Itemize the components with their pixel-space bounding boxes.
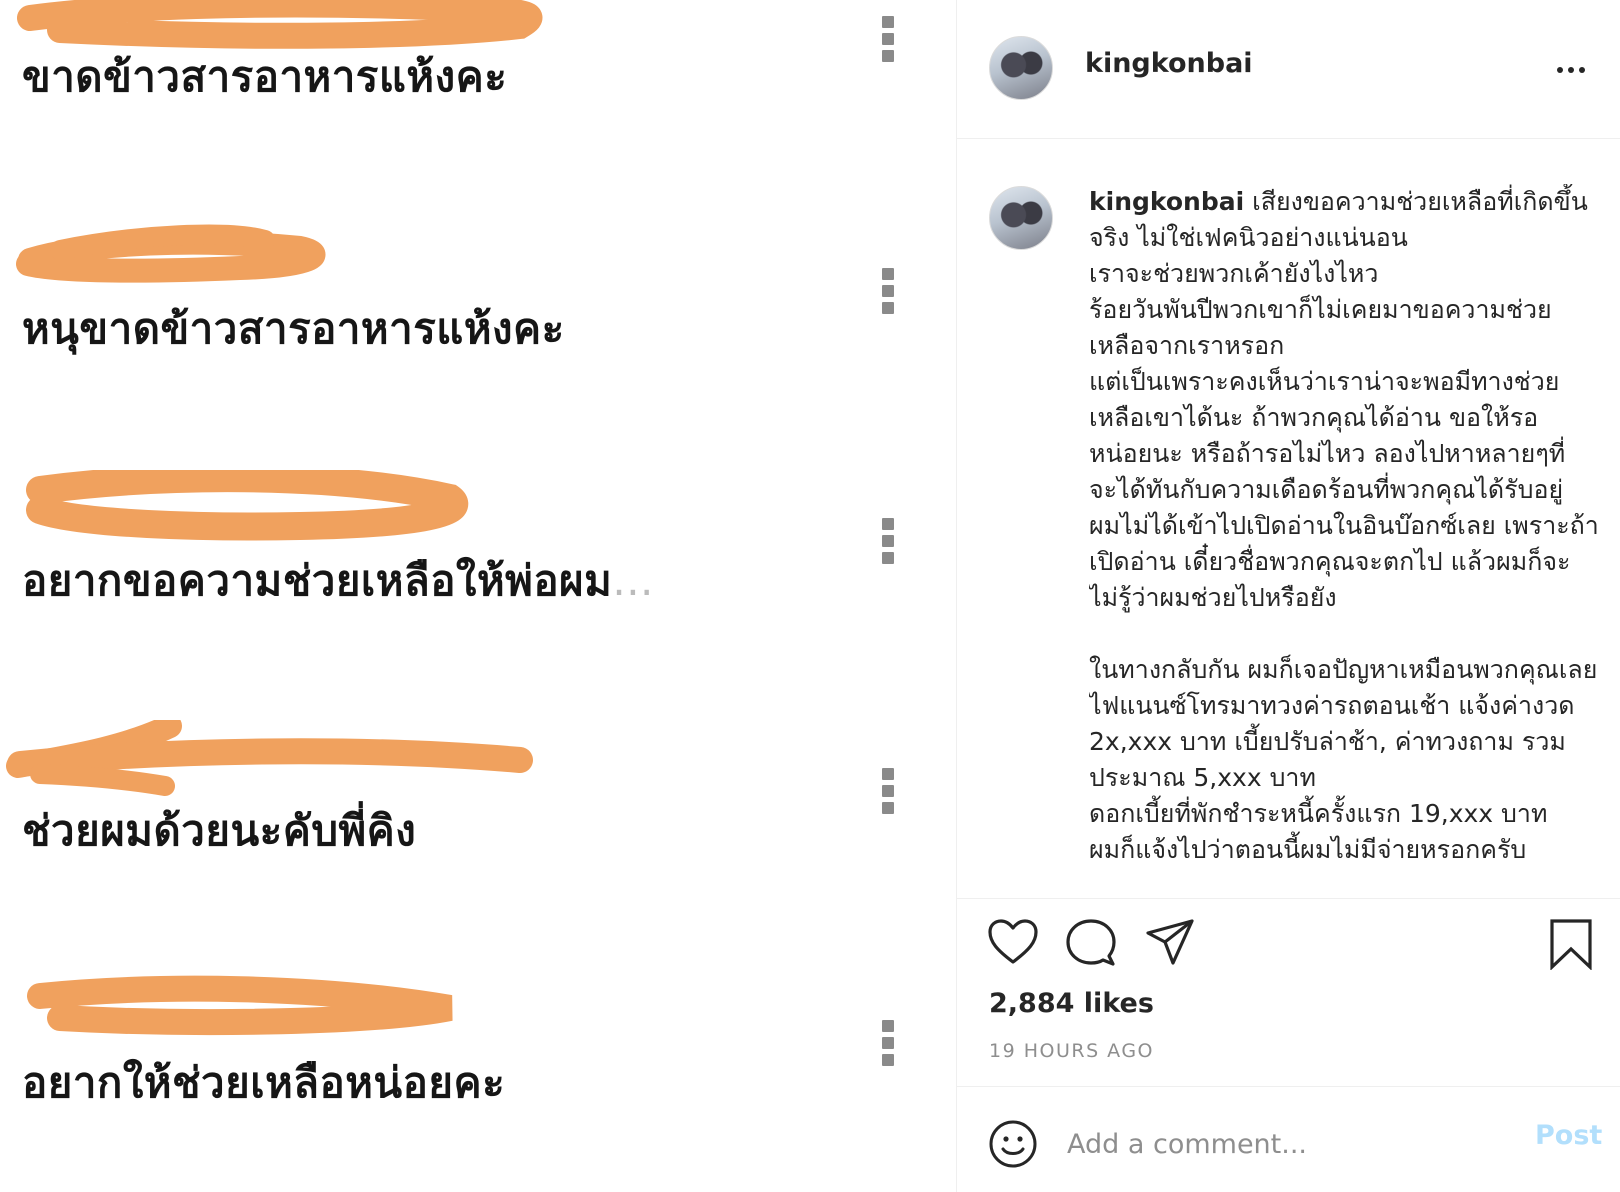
redaction-scribble — [6, 720, 533, 796]
caption-line — [1089, 616, 1601, 652]
bookmark-icon[interactable] — [1549, 918, 1593, 970]
paper-plane-icon[interactable] — [1145, 918, 1195, 966]
message-item: หนุขาดข้าวสารอาหารแห้งคะ — [0, 220, 956, 480]
heart-icon[interactable] — [987, 918, 1039, 966]
caption: kingkonbai เสียงขอความช่วยเหลือที่เกิดขึ้… — [1089, 184, 1601, 888]
divider — [957, 1086, 1620, 1087]
more-vertical-icon[interactable] — [882, 1020, 896, 1072]
redaction-scribble — [16, 224, 326, 283]
message-item: อยากให้ช่วยเหลือหน่อยคะ — [0, 970, 956, 1192]
message-text: ขาดข้าวสารอาหารแห้งคะ — [22, 52, 508, 101]
post-timestamp[interactable]: 19 HOURS AGO — [989, 1040, 1154, 1062]
likes-count[interactable]: 2,884 likes — [989, 988, 1154, 1019]
divider — [957, 138, 1620, 139]
caption-line: ไฟแนนซ์โทรมาทวงค่ารถตอนเช้า แจ้งค่างวด 2… — [1089, 691, 1575, 792]
smiley-icon[interactable] — [987, 1118, 1039, 1170]
more-vertical-icon[interactable] — [882, 268, 896, 320]
redaction-scribble — [27, 975, 453, 1036]
message-text: หนุขาดข้าวสารอาหารแห้งคะ — [22, 304, 565, 353]
comment-input[interactable] — [1065, 1120, 1489, 1168]
caption-line: แต่เป็นเพราะคงเห็นว่าเราน่าจะพอมีทางช่วย… — [1089, 367, 1566, 504]
post-panel: kingkonbai kingkonbai เสียงขอความช่วยเหลื… — [956, 0, 1620, 1192]
message-text: อยากขอความช่วยเหลือให้พ่อผม... — [22, 556, 654, 605]
more-horizontal-icon[interactable] — [1557, 58, 1591, 73]
caption-line: เราจะช่วยพวกเค้ายังไงไหว — [1089, 259, 1379, 288]
more-vertical-icon[interactable] — [882, 768, 896, 820]
caption-line: ในทางกลับกัน ผมก็เจอปัญหาเหมือนพวกคุณเลย — [1089, 655, 1598, 684]
divider — [957, 898, 1620, 899]
caption-line: ผมก็แจ้งไปว่าตอนนี้ผมไม่มีจ่ายหรอกครับ — [1089, 835, 1527, 864]
caption-username[interactable]: kingkonbai — [1089, 187, 1244, 216]
caption-line: ร้อยวันพันปีพวกเขาก็ไม่เคยมาขอความช่วยเห… — [1089, 295, 1552, 360]
redaction-scribble — [26, 470, 469, 541]
avatar[interactable] — [989, 186, 1053, 250]
comment-bubble-icon[interactable] — [1065, 918, 1117, 968]
more-vertical-icon[interactable] — [882, 518, 896, 570]
message-text: ช่วยผมด้วยนะคับพี่คิง — [22, 806, 417, 855]
message-text: อยากให้ช่วยเหลือหน่อยคะ — [22, 1058, 506, 1107]
message-item: ช่วยผมด้วยนะคับพี่คิง — [0, 720, 956, 980]
caption-line: ดอกเบี้ยที่พักชำระหนี้ครั้งแรก 19,xxx บา… — [1089, 799, 1548, 828]
caption-line: ผมไม่ได้เข้าไปเปิดอ่านในอินบ๊อกซ์เลย เพร… — [1089, 511, 1599, 612]
post-image: ขาดข้าวสารอาหารแห้งคะ หนุขาดข้าวสารอาหาร… — [0, 0, 956, 1192]
message-item: อยากขอความช่วยเหลือให้พ่อผม... — [0, 470, 956, 730]
header-username[interactable]: kingkonbai — [1085, 48, 1253, 79]
avatar[interactable] — [989, 36, 1053, 100]
post-button[interactable]: Post — [1535, 1120, 1602, 1151]
more-vertical-icon[interactable] — [882, 16, 896, 68]
